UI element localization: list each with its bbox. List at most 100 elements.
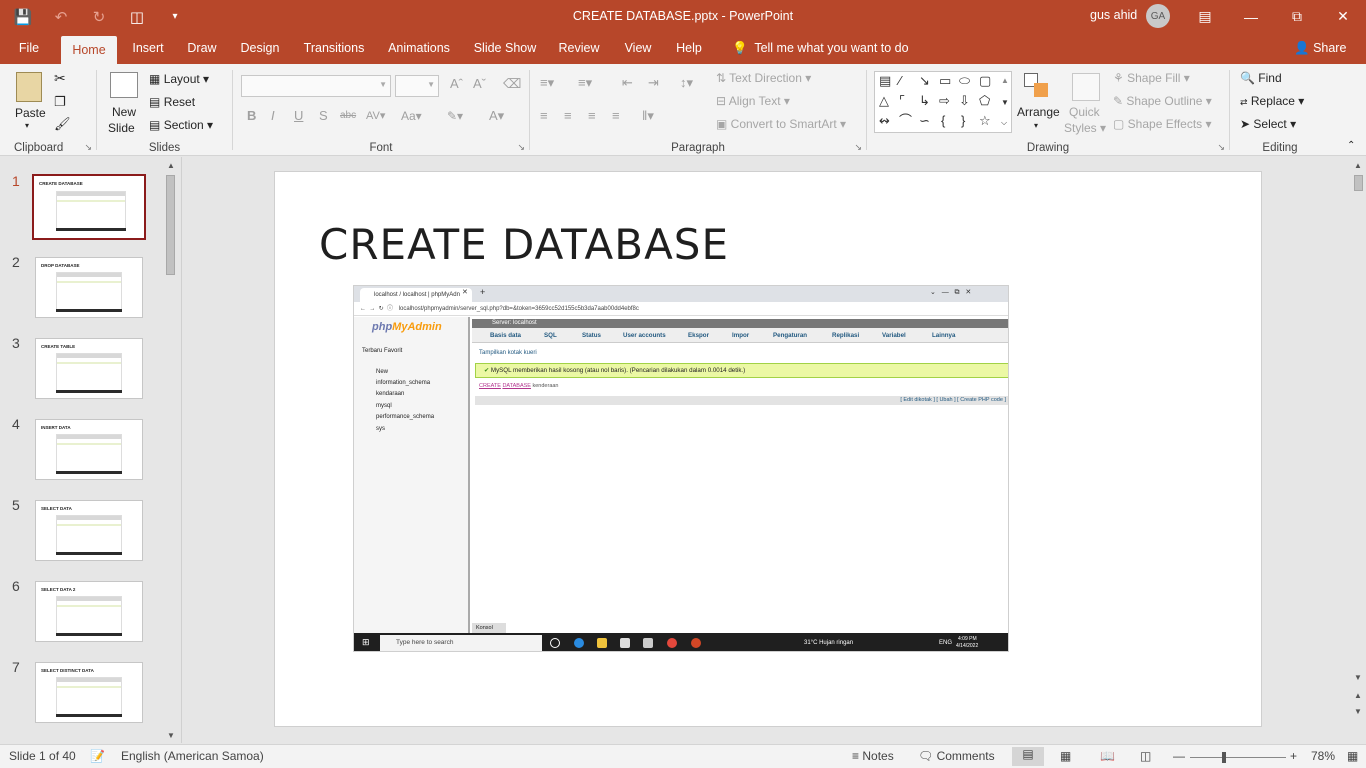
arrange-dropdown-icon[interactable]: ▾ (1034, 121, 1038, 130)
save-icon[interactable]: 💾 (10, 4, 36, 30)
line-shape-icon[interactable]: ∕ (899, 74, 901, 88)
fit-slide-icon[interactable]: ▦ (1347, 749, 1358, 763)
tab-insert[interactable]: Insert (127, 33, 169, 64)
bold-icon[interactable]: B (247, 108, 256, 123)
section-button[interactable]: ▤ Section ▾ (149, 118, 213, 132)
oval-shape-icon[interactable]: ⬭ (959, 74, 970, 88)
elbow-arrow-icon[interactable]: ↳ (919, 94, 930, 108)
restore-icon[interactable]: ⧉ (1274, 0, 1320, 33)
notes-button[interactable]: ≡ Notes (852, 749, 894, 763)
new-slide-icon[interactable] (110, 72, 138, 98)
collapse-ribbon-icon[interactable]: ⌃ (1347, 140, 1355, 151)
gallery-more-icon[interactable]: ⌵ (1001, 116, 1007, 130)
font-launcher-icon[interactable]: ↘ (517, 142, 525, 153)
avatar[interactable]: GA (1146, 4, 1170, 28)
elbow-connector-icon[interactable]: ⌜ (899, 94, 905, 108)
select-button[interactable]: ➤ Select ▾ (1240, 117, 1296, 131)
bullets-icon[interactable]: ≡▾ (540, 75, 554, 91)
normal-view-icon[interactable]: ▤ (1012, 747, 1044, 766)
align-left-icon[interactable]: ≡ (540, 108, 548, 123)
new-slide-label[interactable]: New (112, 105, 136, 119)
quick-styles-icon[interactable] (1072, 73, 1100, 101)
paste-icon[interactable] (16, 72, 42, 102)
quick-styles-label-2[interactable]: Styles ▾ (1064, 121, 1106, 135)
slide-thumbnail-3[interactable]: CREATE TABLE (35, 338, 143, 399)
slide-title[interactable]: CREATE DATABASE (319, 220, 729, 269)
underline-icon[interactable]: U (294, 108, 303, 123)
align-text-button[interactable]: ⊟ Align Text ▾ (716, 94, 790, 108)
format-painter-icon[interactable]: 🖌 (54, 116, 71, 132)
shapes-gallery[interactable]: ▤ ∕ ↘ ▭ ⬭ ▢ △ ⌜ ↳ ⇨ ⇩ ⬠ ↭ ⌒ ∽ { } ☆ ▲ ▼ … (874, 71, 1012, 133)
textbox-shape-icon[interactable]: ▤ (879, 74, 891, 88)
character-spacing-icon[interactable]: AV▾ (366, 109, 385, 122)
paragraph-launcher-icon[interactable]: ↘ (854, 142, 862, 153)
change-case-icon[interactable]: Aa▾ (401, 109, 422, 123)
decrease-indent-icon[interactable]: ⇤ (622, 75, 633, 91)
tab-home[interactable]: Home (61, 36, 117, 64)
zoom-in-icon[interactable]: + (1290, 749, 1297, 763)
tab-draw[interactable]: Draw (183, 33, 221, 64)
align-right-icon[interactable]: ≡ (588, 108, 596, 123)
font-name-combo[interactable]: ▼ (241, 75, 391, 97)
replace-button[interactable]: ⇄ Replace ▾ (1240, 94, 1304, 108)
clear-formatting-icon[interactable]: ⌫ (503, 76, 521, 92)
paste-button[interactable]: Paste (15, 106, 46, 120)
scrollbar-thumb[interactable] (166, 175, 175, 275)
star-shape-icon[interactable]: ☆ (979, 114, 991, 128)
arrow-line-shape-icon[interactable]: ↘ (919, 74, 930, 88)
text-direction-button[interactable]: ⇅ Text Direction ▾ (716, 71, 811, 85)
down-arrow-shape-icon[interactable]: ⇩ (959, 94, 970, 108)
new-slide-label-2[interactable]: Slide (108, 121, 135, 135)
convert-smartart-button[interactable]: ▣ Convert to SmartArt ▾ (716, 117, 846, 131)
comments-button[interactable]: 🗨 Comments (918, 749, 995, 763)
slide-thumbnail-7[interactable]: SELECT DISTINCT DATA (35, 662, 143, 723)
arrange-icon[interactable] (1024, 73, 1050, 97)
scroll-up-icon[interactable]: ▲ (167, 161, 175, 170)
tell-me-search[interactable]: 💡 Tell me what you want to do (732, 33, 909, 64)
quick-styles-label[interactable]: Quick (1069, 105, 1100, 119)
arc-shape-icon[interactable]: ⌒ (899, 114, 912, 128)
ribbon-display-options-icon[interactable]: ▤ (1182, 0, 1228, 33)
zoom-level[interactable]: 78% (1311, 749, 1335, 763)
tab-transitions[interactable]: Transitions (301, 33, 367, 64)
grow-font-icon[interactable]: Aˆ (450, 76, 463, 91)
slide-show-icon[interactable]: ◫ (1140, 749, 1151, 763)
align-center-icon[interactable]: ≡ (564, 108, 572, 123)
redo-icon[interactable]: ↻ (86, 4, 112, 30)
shrink-font-icon[interactable]: Aˇ (473, 76, 486, 91)
shadow-icon[interactable]: S (319, 108, 328, 123)
zoom-slider-handle[interactable] (1222, 752, 1226, 763)
scroll-up-icon[interactable]: ▲ (1354, 161, 1362, 170)
scroll-down-icon[interactable]: ▼ (1354, 673, 1362, 682)
slide-thumbnail-2[interactable]: DROP DATABASE (35, 257, 143, 318)
close-icon[interactable]: ✕ (1320, 0, 1366, 33)
numbering-icon[interactable]: ≡▾ (578, 75, 592, 91)
start-from-beginning-icon[interactable]: ◫ (124, 4, 150, 30)
drawing-launcher-icon[interactable]: ↘ (1217, 142, 1225, 153)
next-slide-icon[interactable]: ▼ (1354, 707, 1362, 716)
clipboard-launcher-icon[interactable]: ↘ (84, 142, 92, 153)
copy-icon[interactable]: ❐ (54, 94, 66, 110)
tab-design[interactable]: Design (236, 33, 284, 64)
columns-icon[interactable]: ‖▾ (642, 108, 654, 124)
customize-qat-icon[interactable]: ▾ (162, 4, 188, 30)
curve-connector-icon[interactable]: ↭ (879, 114, 890, 128)
minimize-icon[interactable]: — (1228, 0, 1274, 33)
reading-view-icon[interactable]: 📖 (1100, 749, 1115, 763)
spell-check-icon[interactable]: 📝 (90, 749, 105, 763)
left-brace-icon[interactable]: { (941, 114, 945, 128)
arrange-button[interactable]: Arrange (1017, 105, 1060, 119)
triangle-shape-icon[interactable]: △ (879, 94, 889, 108)
font-color-icon[interactable]: A▾ (489, 108, 504, 124)
slide-screenshot-image[interactable]: localhost / localhost | phpMyAdn ✕ + ⌄ —… (353, 285, 1009, 652)
language-indicator[interactable]: English (American Samoa) (121, 749, 264, 763)
italic-icon[interactable]: I (271, 108, 275, 123)
slide-thumbnail-4[interactable]: INSERT DATA (35, 419, 143, 480)
increase-indent-icon[interactable]: ⇥ (648, 75, 659, 91)
shape-effects-button[interactable]: ▢ Shape Effects ▾ (1113, 117, 1212, 131)
zoom-out-icon[interactable]: — (1173, 749, 1185, 763)
tab-review[interactable]: Review (556, 33, 602, 64)
rounded-rectangle-shape-icon[interactable]: ▢ (979, 74, 991, 88)
right-arrow-shape-icon[interactable]: ⇨ (939, 94, 950, 108)
user-name[interactable]: gus ahid (1090, 8, 1137, 22)
